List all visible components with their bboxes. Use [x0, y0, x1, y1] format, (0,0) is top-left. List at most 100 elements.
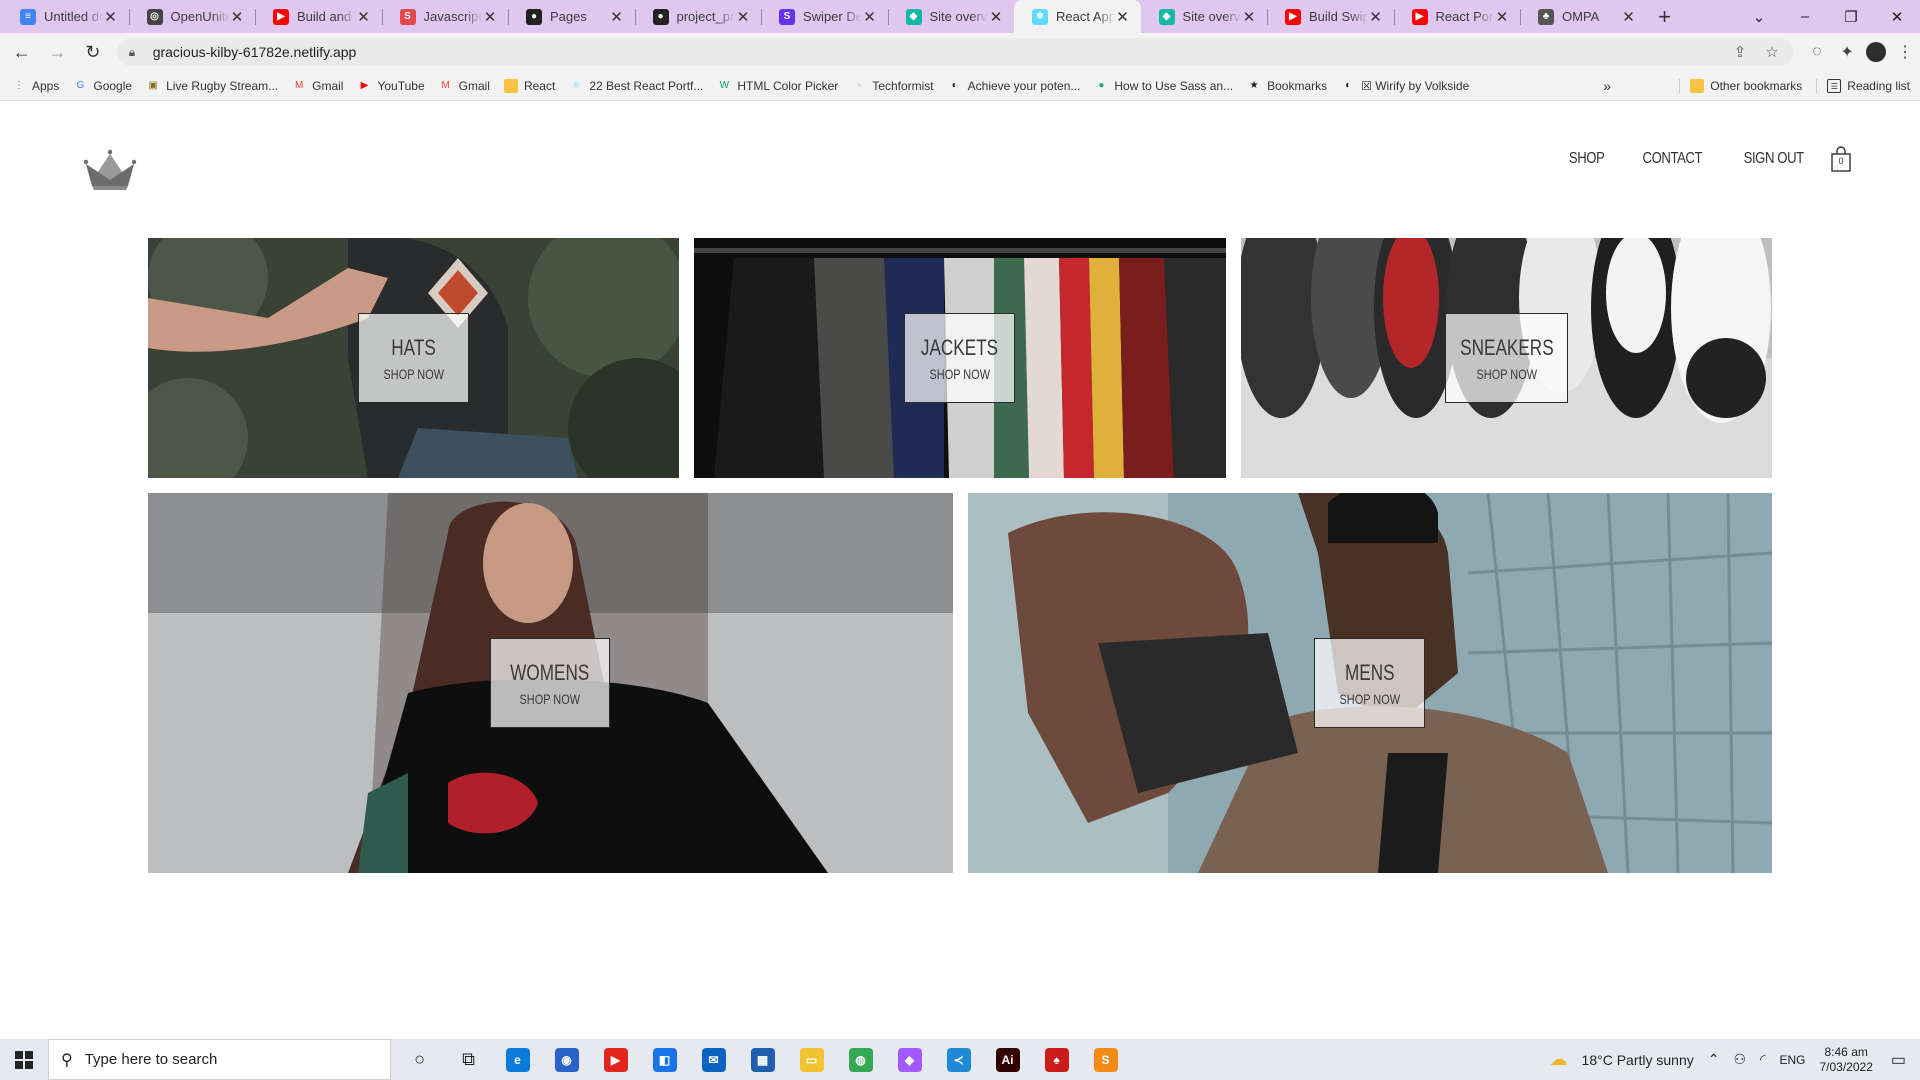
taskbar-search-box[interactable]: ⚲ Type here to search: [48, 1039, 391, 1080]
browser-tab[interactable]: ⚛ React App ✕: [1014, 0, 1141, 33]
chevron-up-icon[interactable]: ⌃: [1708, 1051, 1720, 1068]
browser-tab[interactable]: ▶ Build Swipe✕: [1267, 0, 1394, 33]
bookmark-item[interactable]: ★ Bookmarks: [1247, 79, 1328, 93]
taskbar-app[interactable]: ◧: [640, 1039, 689, 1080]
bookmark-item[interactable]: M Gmail: [292, 79, 344, 93]
shopping-bag-icon[interactable]: 0: [1830, 145, 1852, 173]
taskbar-app[interactable]: ◉: [542, 1039, 591, 1080]
browser-tab[interactable]: ◎ OpenUnited✕: [128, 0, 256, 33]
clock[interactable]: 8:46 am 7/03/2022: [1819, 1045, 1872, 1075]
nav-signout-link[interactable]: SIGN OUT: [1743, 150, 1804, 168]
taskbar-app[interactable]: ▶: [591, 1039, 640, 1080]
reading-list-button[interactable]: ☰ Reading list: [1816, 79, 1910, 93]
other-bookmarks-folder[interactable]: Other bookmarks: [1679, 79, 1802, 93]
shop-now-link[interactable]: SHOP NOW: [929, 366, 989, 382]
close-tab-icon[interactable]: ✕: [988, 8, 1004, 26]
minimize-icon[interactable]: –: [1782, 0, 1828, 33]
bookmark-item[interactable]: ▫ Techformist: [852, 79, 934, 93]
new-tab-button[interactable]: +: [1647, 0, 1683, 33]
notification-icon[interactable]: ▭: [1891, 1050, 1906, 1070]
bookmark-item[interactable]: ▶ YouTube: [357, 79, 425, 93]
close-tab-icon[interactable]: ✕: [862, 8, 878, 26]
bookmark-item[interactable]: ⚛ 22 Best React Portf...: [569, 79, 704, 93]
taskbar-app[interactable]: ○: [395, 1039, 444, 1080]
network-icon[interactable]: ⚇: [1733, 1051, 1746, 1068]
close-tab-icon[interactable]: ✕: [609, 8, 625, 26]
taskbar-app[interactable]: e: [493, 1039, 542, 1080]
taskbar-app[interactable]: ⧉: [444, 1039, 493, 1080]
browser-tab[interactable]: ♣ OMPA ✕: [1520, 0, 1647, 33]
taskbar-app[interactable]: Ai: [983, 1039, 1032, 1080]
more-bookmarks-icon[interactable]: »: [1603, 78, 1611, 94]
bookmark-item[interactable]: ▣ Live Rugby Stream...: [146, 79, 278, 93]
browser-tab[interactable]: ▶ Build and D✕: [255, 0, 382, 33]
taskbar-app[interactable]: ◍: [836, 1039, 885, 1080]
taskbar-app[interactable]: ▦: [738, 1039, 787, 1080]
back-icon[interactable]: ←: [8, 38, 36, 66]
taskbar-app[interactable]: ◆: [885, 1039, 934, 1080]
taskbar-app[interactable]: ▭: [787, 1039, 836, 1080]
tab-search-icon[interactable]: ⌄: [1736, 0, 1782, 33]
bookmark-item[interactable]: M Gmail: [439, 79, 490, 93]
bookmark-item[interactable]: W HTML Color Picker: [717, 79, 839, 93]
browser-tab[interactable]: ◆ Site overvie✕: [1141, 0, 1268, 33]
bookmark-item[interactable]: React: [503, 78, 555, 93]
browser-tab[interactable]: ▶ React Portfo✕: [1393, 0, 1521, 33]
crown-logo-icon[interactable]: [82, 146, 138, 190]
category-tile-sneakers[interactable]: SNEAKERS SHOP NOW: [1241, 238, 1772, 478]
language-indicator[interactable]: ENG: [1779, 1053, 1805, 1067]
womens-label-box[interactable]: WOMENS SHOP NOW: [490, 638, 610, 728]
close-tab-icon[interactable]: ✕: [1494, 8, 1510, 26]
wifi-icon[interactable]: ◜: [1760, 1051, 1765, 1068]
profile-avatar[interactable]: [1866, 42, 1887, 62]
forward-icon[interactable]: →: [44, 38, 72, 66]
taskbar-app[interactable]: ≺: [934, 1039, 983, 1080]
bookmark-item[interactable]: ● How to Use Sass an...: [1094, 79, 1233, 93]
taskbar-app[interactable]: S: [1081, 1039, 1130, 1080]
browser-tab[interactable]: S Swiper Dem✕: [761, 0, 888, 33]
nav-contact-link[interactable]: CONTACT: [1643, 150, 1703, 168]
taskbar-app[interactable]: ✉: [689, 1039, 738, 1080]
close-tab-icon[interactable]: ✕: [103, 8, 119, 26]
browser-tab[interactable]: ● Pages ✕: [508, 0, 635, 33]
bookmark-star-icon[interactable]: ☆: [1762, 43, 1782, 61]
browser-tab[interactable]: ◆ Site overvie✕: [887, 0, 1015, 33]
close-tab-icon[interactable]: ✕: [482, 8, 498, 26]
close-tab-icon[interactable]: ✕: [735, 8, 751, 26]
hats-label-box[interactable]: HATS SHOP NOW: [358, 313, 469, 403]
close-tab-icon[interactable]: ✕: [1241, 8, 1257, 26]
shop-now-link[interactable]: SHOP NOW: [1476, 366, 1536, 382]
bookmark-item[interactable]: G Google: [73, 79, 132, 93]
close-tab-icon[interactable]: ✕: [229, 8, 245, 26]
browser-tab[interactable]: ● project_pro✕: [634, 0, 762, 33]
browser-tab[interactable]: S Javascript M✕: [381, 0, 509, 33]
extension-icon[interactable]: ◌: [1802, 43, 1832, 61]
sneakers-label-box[interactable]: SNEAKERS SHOP NOW: [1445, 313, 1568, 403]
mens-label-box[interactable]: MENS SHOP NOW: [1314, 638, 1425, 728]
weather-text[interactable]: 18°C Partly sunny: [1582, 1052, 1694, 1068]
category-tile-jackets[interactable]: JACKETS SHOP NOW: [694, 238, 1226, 478]
windows-start-icon[interactable]: [0, 1039, 48, 1080]
restore-icon[interactable]: ❐: [1828, 0, 1874, 33]
close-tab-icon[interactable]: ✕: [1115, 8, 1131, 26]
category-tile-mens[interactable]: MENS SHOP NOW: [968, 493, 1772, 873]
close-tab-icon[interactable]: ✕: [1368, 8, 1384, 26]
bookmark-item[interactable]: ◐ ☒ Wirify by Volkside: [1341, 79, 1469, 93]
nav-shop-link[interactable]: SHOP: [1569, 150, 1605, 168]
reload-icon[interactable]: ↻: [79, 38, 107, 66]
taskbar-app[interactable]: ♠: [1032, 1039, 1081, 1080]
bookmark-item[interactable]: ◐ Achieve your poten...: [948, 79, 1081, 93]
shop-now-link[interactable]: SHOP NOW: [383, 366, 443, 382]
jackets-label-box[interactable]: JACKETS SHOP NOW: [904, 313, 1015, 403]
menu-kebab-icon[interactable]: ⋮: [1890, 42, 1920, 62]
browser-tab[interactable]: ≡ Untitled do ✕: [2, 0, 129, 33]
extensions-puzzle-icon[interactable]: ✦: [1832, 42, 1862, 62]
bookmark-item[interactable]: ⋮ Apps: [12, 79, 59, 93]
category-tile-womens[interactable]: WOMENS SHOP NOW: [148, 493, 953, 873]
weather-icon[interactable]: ☁: [1550, 1049, 1568, 1070]
shop-now-link[interactable]: SHOP NOW: [1339, 691, 1399, 707]
share-icon[interactable]: ⇪: [1730, 43, 1750, 61]
close-tab-icon[interactable]: ✕: [356, 8, 372, 26]
category-tile-hats[interactable]: HATS SHOP NOW: [148, 238, 679, 478]
address-bar[interactable]: 🔒︎ gracious-kilby-61782e.netlify.app ⇪ ☆: [116, 38, 1795, 66]
